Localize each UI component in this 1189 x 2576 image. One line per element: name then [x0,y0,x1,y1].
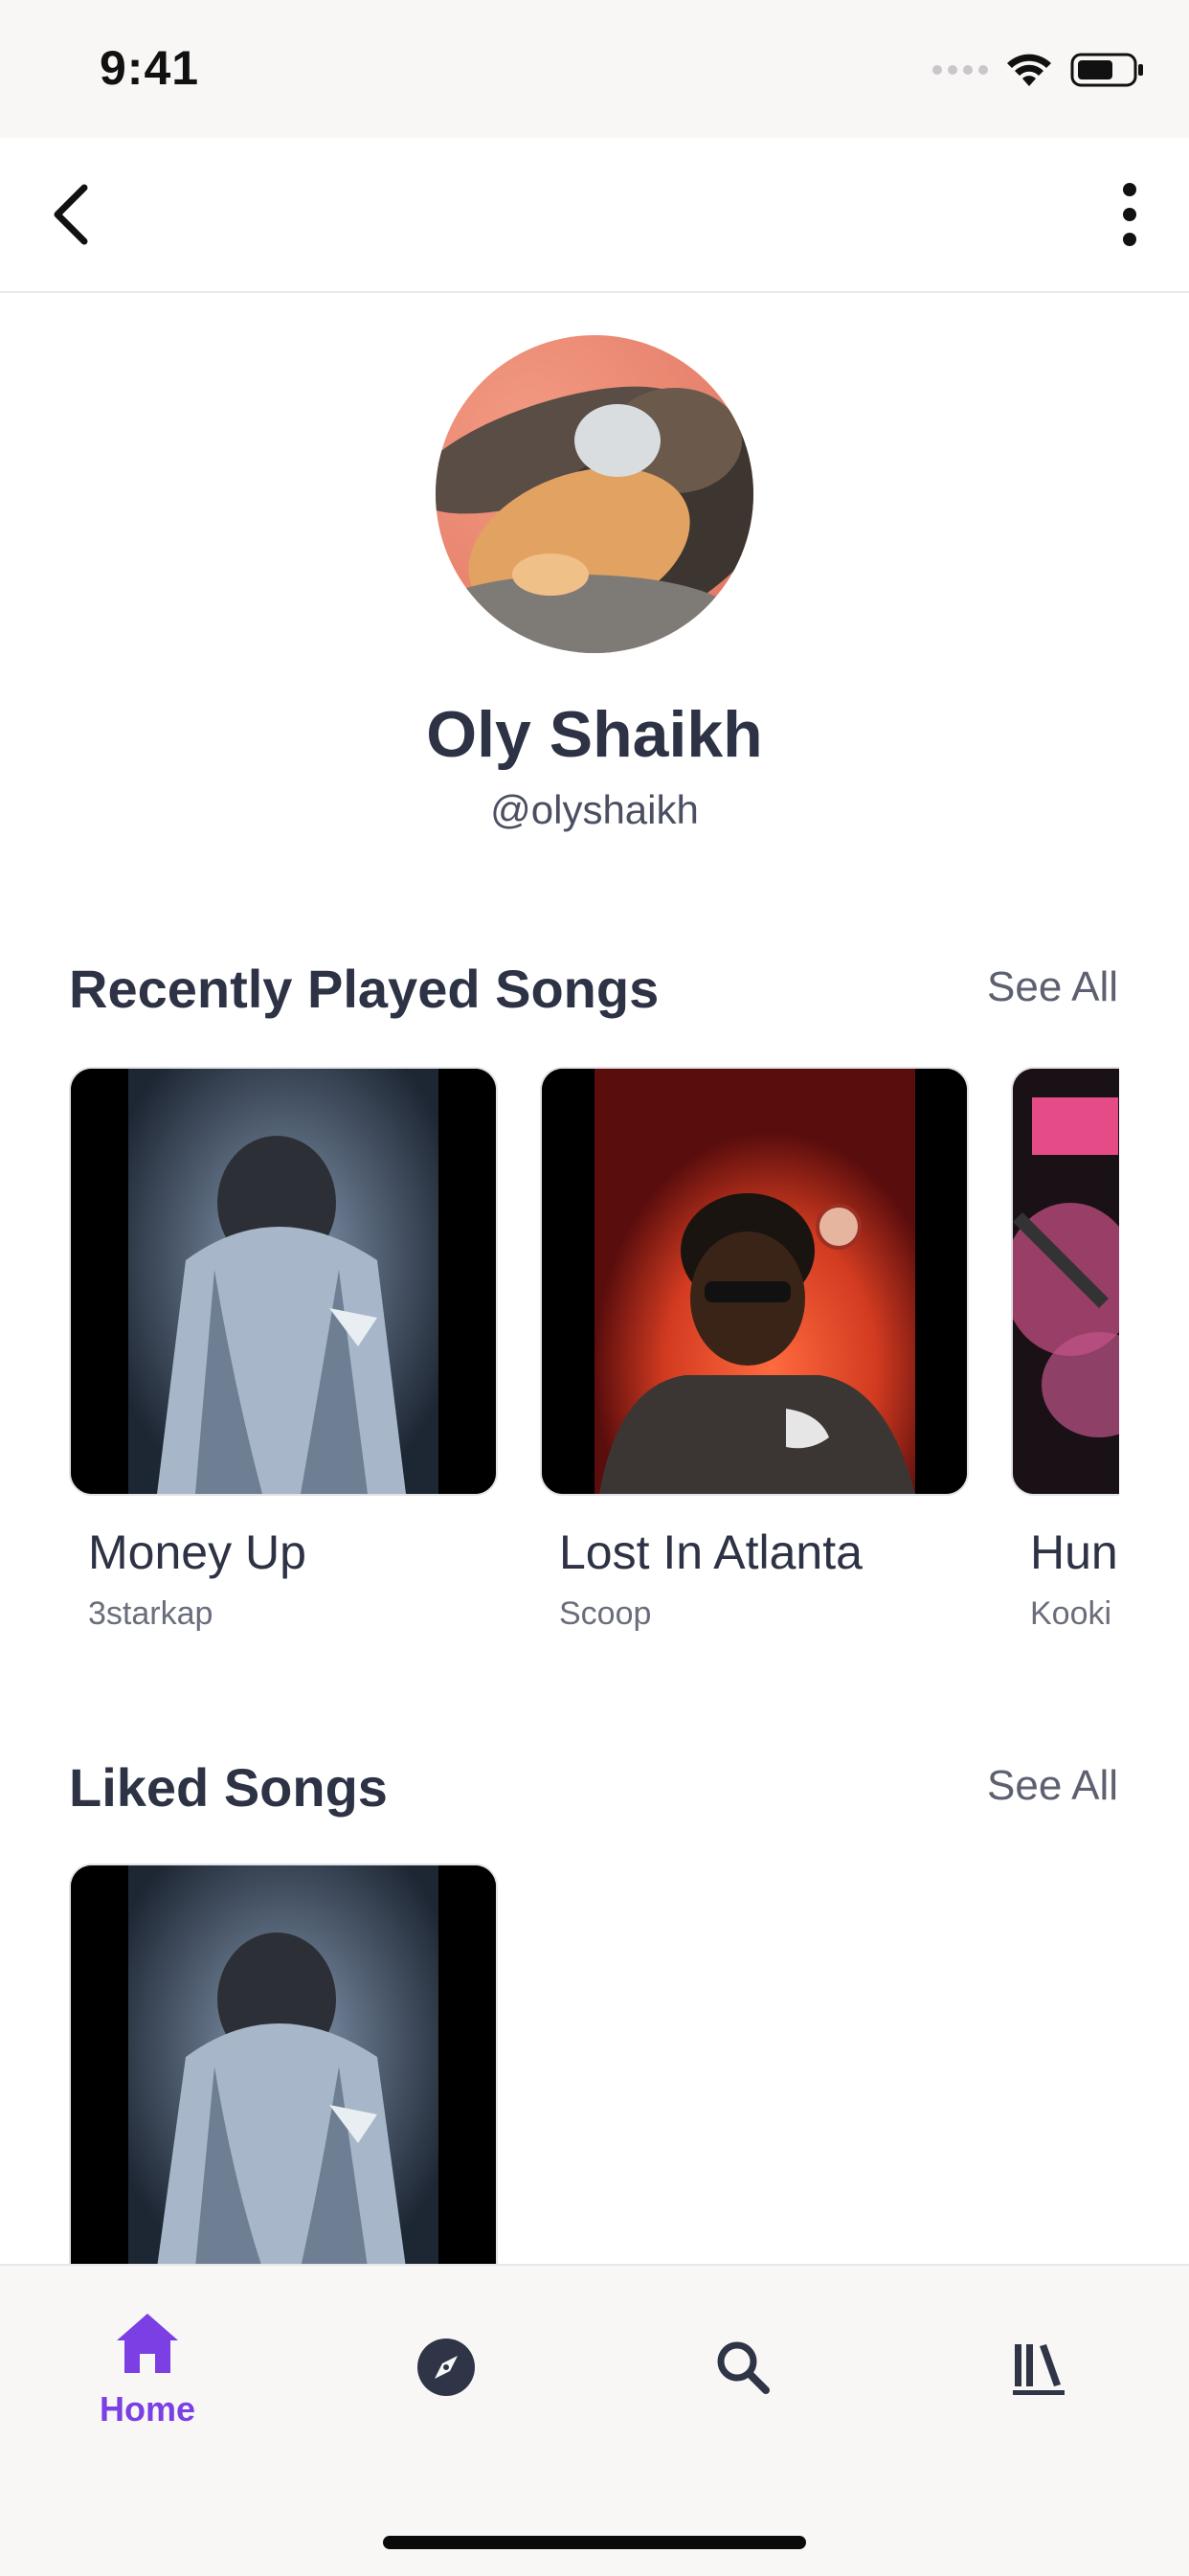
song-card[interactable]: Money Up 3starkap [69,1067,498,1633]
song-title: Money Up [88,1525,306,1579]
album-art [69,1067,498,1496]
battery-icon [1070,53,1143,87]
avatar-cats-photo [436,335,753,653]
song-title: Lost In Atlanta [559,1525,863,1579]
recently-played-list: Money Up 3starkap Lost In Atlanta Scoop … [69,1067,1119,1641]
top-nav [0,138,1189,293]
more-options-button[interactable] [1110,176,1149,253]
song-artist: 3starkap [88,1595,213,1632]
song-card[interactable]: Hun Kooki [1011,1067,1119,1633]
song-artist: Kooki [1030,1595,1112,1632]
home-indicator [383,2536,806,2549]
album-art [1011,1067,1119,1496]
tab-search[interactable] [647,2310,839,2463]
song-card[interactable]: Lost In Atlanta Scoop [540,1067,969,1633]
profile-name: Oly Shaikh [426,698,763,771]
status-icons [932,52,1145,88]
wifi-icon [1007,54,1051,86]
search-icon [717,2341,770,2394]
avatar[interactable] [436,335,753,653]
home-icon [117,2314,178,2373]
song-title: Hun [1030,1525,1118,1579]
compass-icon [417,2339,475,2396]
album-art-liked [71,1865,496,2268]
profile-handle: @olyshaikh [490,787,699,832]
back-button[interactable] [46,176,103,253]
recently-played-see-all-link[interactable]: See All [987,963,1118,1011]
tab-explore[interactable] [350,2310,542,2463]
status-time: 9:41 [100,41,200,95]
liked-songs-title: Liked Songs [69,1757,388,1818]
liked-song-card[interactable] [69,1864,498,2268]
tab-bar: Home [0,2264,1189,2576]
chevron-left-icon [54,184,88,245]
library-icon [1013,2344,1065,2395]
song-artist: Scoop [559,1595,652,1632]
album-art-hun [1013,1069,1119,1494]
tab-library[interactable] [944,2310,1135,2463]
tab-home-label: Home [99,2389,196,2429]
liked-songs-see-all-link[interactable]: See All [987,1762,1118,1810]
album-art-lost-in-atlanta [542,1069,967,1494]
album-art [540,1067,969,1496]
tab-home[interactable]: Home [52,2310,243,2463]
status-bar: 9:41 [0,0,1189,138]
cellular-signal-icon [932,65,988,75]
more-vertical-icon [1123,183,1136,246]
album-art-money-up [71,1069,496,1494]
recently-played-title: Recently Played Songs [69,959,660,1019]
